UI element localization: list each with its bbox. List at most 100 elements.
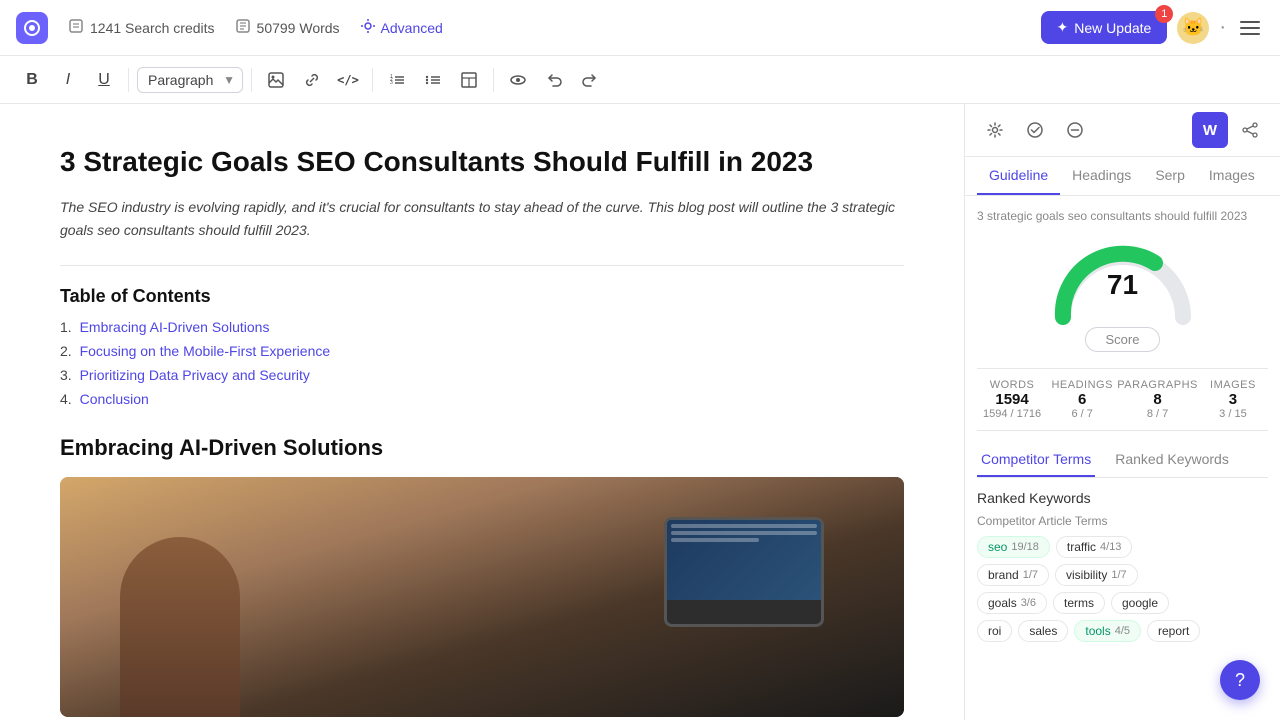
screen-line-2: [671, 531, 817, 535]
share-icon-btn[interactable]: [1232, 112, 1268, 148]
tab-headings[interactable]: Headings: [1060, 157, 1143, 195]
toc-item-1: 1. Embracing AI-Driven Solutions: [60, 319, 904, 335]
redo-button[interactable]: [574, 64, 606, 96]
term-traffic: traffic 4/13: [1056, 536, 1133, 558]
terms-row-3: goals 3/6 terms google: [977, 592, 1268, 614]
toc-list: 1. Embracing AI-Driven Solutions 2. Focu…: [60, 319, 904, 407]
terms-row-1: seo 19/18 traffic 4/13: [977, 536, 1268, 558]
term-seo: seo 19/18: [977, 536, 1050, 558]
divider-2: [251, 68, 252, 92]
comp-tab-ranked-keywords[interactable]: Ranked Keywords: [1111, 443, 1233, 477]
check-icon-btn[interactable]: [1017, 112, 1053, 148]
article-image: [60, 477, 904, 717]
undo-button[interactable]: [538, 64, 570, 96]
preview-button[interactable]: [502, 64, 534, 96]
panel-tabs: Guideline Headings Serp Images: [965, 157, 1280, 196]
bold-button[interactable]: B: [16, 64, 48, 96]
search-credits-stat: 1241 Search credits: [68, 18, 215, 37]
toc-item-2: 2. Focusing on the Mobile-First Experien…: [60, 343, 904, 359]
stat-images-label: IMAGES: [1198, 379, 1268, 391]
stat-headings-value: 6: [1047, 391, 1117, 408]
article-title: 3 Strategic Goals SEO Consultants Should…: [60, 144, 904, 180]
score-button[interactable]: Score: [1085, 327, 1161, 352]
paragraph-select-wrap: Paragraph Heading 1 Heading 2 Heading 3 …: [137, 67, 243, 93]
stat-images-range: 3 / 15: [1198, 408, 1268, 420]
dot-menu-icon[interactable]: ·: [1219, 16, 1226, 39]
new-update-label: New Update: [1074, 20, 1151, 36]
words-stat: 50799 Words: [235, 18, 340, 37]
article-intro: The SEO industry is evolving rapidly, an…: [60, 196, 904, 241]
toc-link-1[interactable]: Embracing AI-Driven Solutions: [80, 319, 270, 335]
help-button[interactable]: ?: [1220, 660, 1260, 700]
wp-icon: W: [1203, 122, 1217, 139]
words-label: 50799 Words: [257, 20, 340, 36]
term-goals: goals 3/6: [977, 592, 1047, 614]
stats-row: WORDS 1594 1594 / 1716 HEADINGS 6 6 / 7 …: [977, 368, 1268, 431]
term-terms: terms: [1053, 592, 1105, 614]
panel-query: 3 strategic goals seo consultants should…: [977, 208, 1268, 225]
toc-link-3[interactable]: Prioritizing Data Privacy and Security: [80, 367, 310, 383]
code-button[interactable]: </>: [332, 64, 364, 96]
stat-images: IMAGES 3 3 / 15: [1198, 379, 1268, 420]
table-button[interactable]: [453, 64, 485, 96]
avatar[interactable]: 🐱: [1177, 12, 1209, 44]
stat-paragraphs-label: PARAGRAPHS: [1117, 379, 1198, 391]
term-sales: sales: [1018, 620, 1068, 642]
image-button[interactable]: [260, 64, 292, 96]
screen-line-3: [671, 538, 759, 542]
topbar: 1241 Search credits 50799 Words Advanced…: [0, 0, 1280, 56]
italic-button[interactable]: I: [52, 64, 84, 96]
main-layout: 3 Strategic Goals SEO Consultants Should…: [0, 104, 1280, 720]
toc-link-2[interactable]: Focusing on the Mobile-First Experience: [80, 343, 331, 359]
toc-heading: Table of Contents: [60, 286, 904, 307]
advanced-label: Advanced: [381, 20, 443, 36]
stat-words-label: WORDS: [977, 379, 1047, 391]
right-panel: W Guideline Headings Serp Images 3 strat…: [964, 104, 1280, 720]
minus-circle-icon-btn[interactable]: [1057, 112, 1093, 148]
comp-tab-competitor-terms[interactable]: Competitor Terms: [977, 443, 1095, 477]
laptop-screen: [667, 520, 821, 600]
advanced-link[interactable]: Advanced: [360, 18, 443, 37]
editor-area[interactable]: 3 Strategic Goals SEO Consultants Should…: [0, 104, 964, 720]
editor-toolbar: B I U Paragraph Heading 1 Heading 2 Head…: [0, 56, 1280, 104]
ordered-list-button[interactable]: 123: [381, 64, 413, 96]
stat-headings-label: HEADINGS: [1047, 379, 1117, 391]
hamburger-menu[interactable]: [1236, 17, 1264, 39]
tab-guideline[interactable]: Guideline: [977, 157, 1060, 195]
stat-words: WORDS 1594 1594 / 1716: [977, 379, 1047, 420]
stat-words-value: 1594: [977, 391, 1047, 408]
wordpress-icon-btn[interactable]: W: [1192, 112, 1228, 148]
comp-article-terms-label: Competitor Article Terms: [977, 514, 1268, 528]
stat-images-value: 3: [1198, 391, 1268, 408]
underline-button[interactable]: U: [88, 64, 120, 96]
search-credits-label: 1241 Search credits: [90, 20, 215, 36]
stat-words-range: 1594 / 1716: [977, 408, 1047, 420]
score-gauge: 71 Score: [977, 237, 1268, 352]
ranked-keywords-title: Ranked Keywords: [977, 490, 1268, 506]
laptop-decoration: [664, 517, 824, 627]
divider-3: [372, 68, 373, 92]
topbar-left: 1241 Search credits 50799 Words Advanced: [16, 12, 443, 44]
new-update-button[interactable]: ✦ New Update 1: [1041, 11, 1168, 44]
image-inner: [60, 477, 904, 717]
unordered-list-button[interactable]: [417, 64, 449, 96]
paragraph-select[interactable]: Paragraph Heading 1 Heading 2 Heading 3: [137, 67, 243, 93]
advanced-icon: [360, 18, 376, 37]
app-logo[interactable]: [16, 12, 48, 44]
terms-row-2: brand 1/7 visibility 1/7: [977, 564, 1268, 586]
settings-icon-btn[interactable]: [977, 112, 1013, 148]
tab-images[interactable]: Images: [1197, 157, 1267, 195]
toc-link-4[interactable]: Conclusion: [80, 391, 149, 407]
update-badge: 1: [1155, 5, 1173, 23]
link-button[interactable]: [296, 64, 328, 96]
stat-paragraphs: PARAGRAPHS 8 8 / 7: [1117, 379, 1198, 420]
terms-row-4: roi sales tools 4/5 report: [977, 620, 1268, 642]
toc-item-3: 3. Prioritizing Data Privacy and Securit…: [60, 367, 904, 383]
divider-1: [128, 68, 129, 92]
words-icon: [235, 18, 251, 37]
term-visibility: visibility 1/7: [1055, 564, 1138, 586]
panel-icon-row: W: [965, 104, 1280, 157]
tab-serp[interactable]: Serp: [1143, 157, 1197, 195]
screen-line-1: [671, 524, 817, 528]
panel-content: 3 strategic goals seo consultants should…: [965, 196, 1280, 720]
